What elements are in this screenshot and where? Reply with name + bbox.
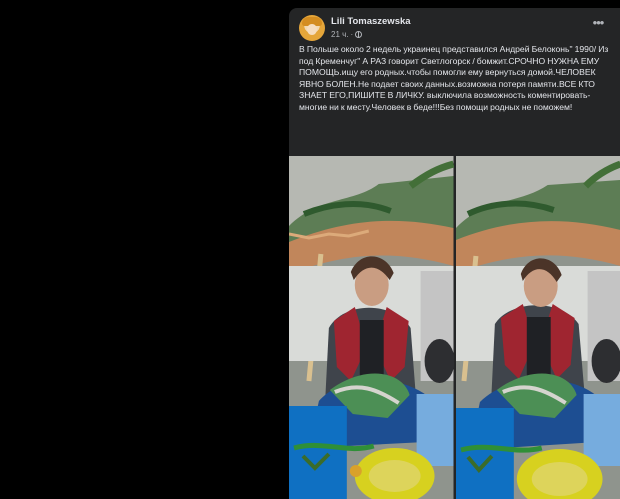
photo-right[interactable] bbox=[455, 156, 620, 499]
post-time[interactable]: 21 ч. bbox=[331, 30, 349, 39]
photo-left[interactable] bbox=[289, 156, 454, 499]
author-name[interactable]: Lili Tomaszewska bbox=[331, 16, 411, 27]
photo-right-image bbox=[455, 156, 620, 499]
facebook-post: Lili Tomaszewska 21 ч. · ••• В Польше ок… bbox=[289, 8, 620, 499]
more-horizontal-icon[interactable]: ••• bbox=[590, 16, 606, 29]
meta-separator: · bbox=[350, 30, 354, 39]
author-avatar[interactable] bbox=[299, 15, 325, 41]
globe-icon bbox=[355, 31, 363, 38]
post-header: Lili Tomaszewska 21 ч. · ••• bbox=[289, 8, 620, 44]
post-meta: 21 ч. · bbox=[331, 30, 363, 39]
photo-left-image bbox=[289, 156, 454, 499]
avatar-face bbox=[307, 24, 317, 35]
photo-grid bbox=[289, 156, 620, 499]
post-text: В Польше около 2 недель украинец предста… bbox=[299, 44, 609, 112]
